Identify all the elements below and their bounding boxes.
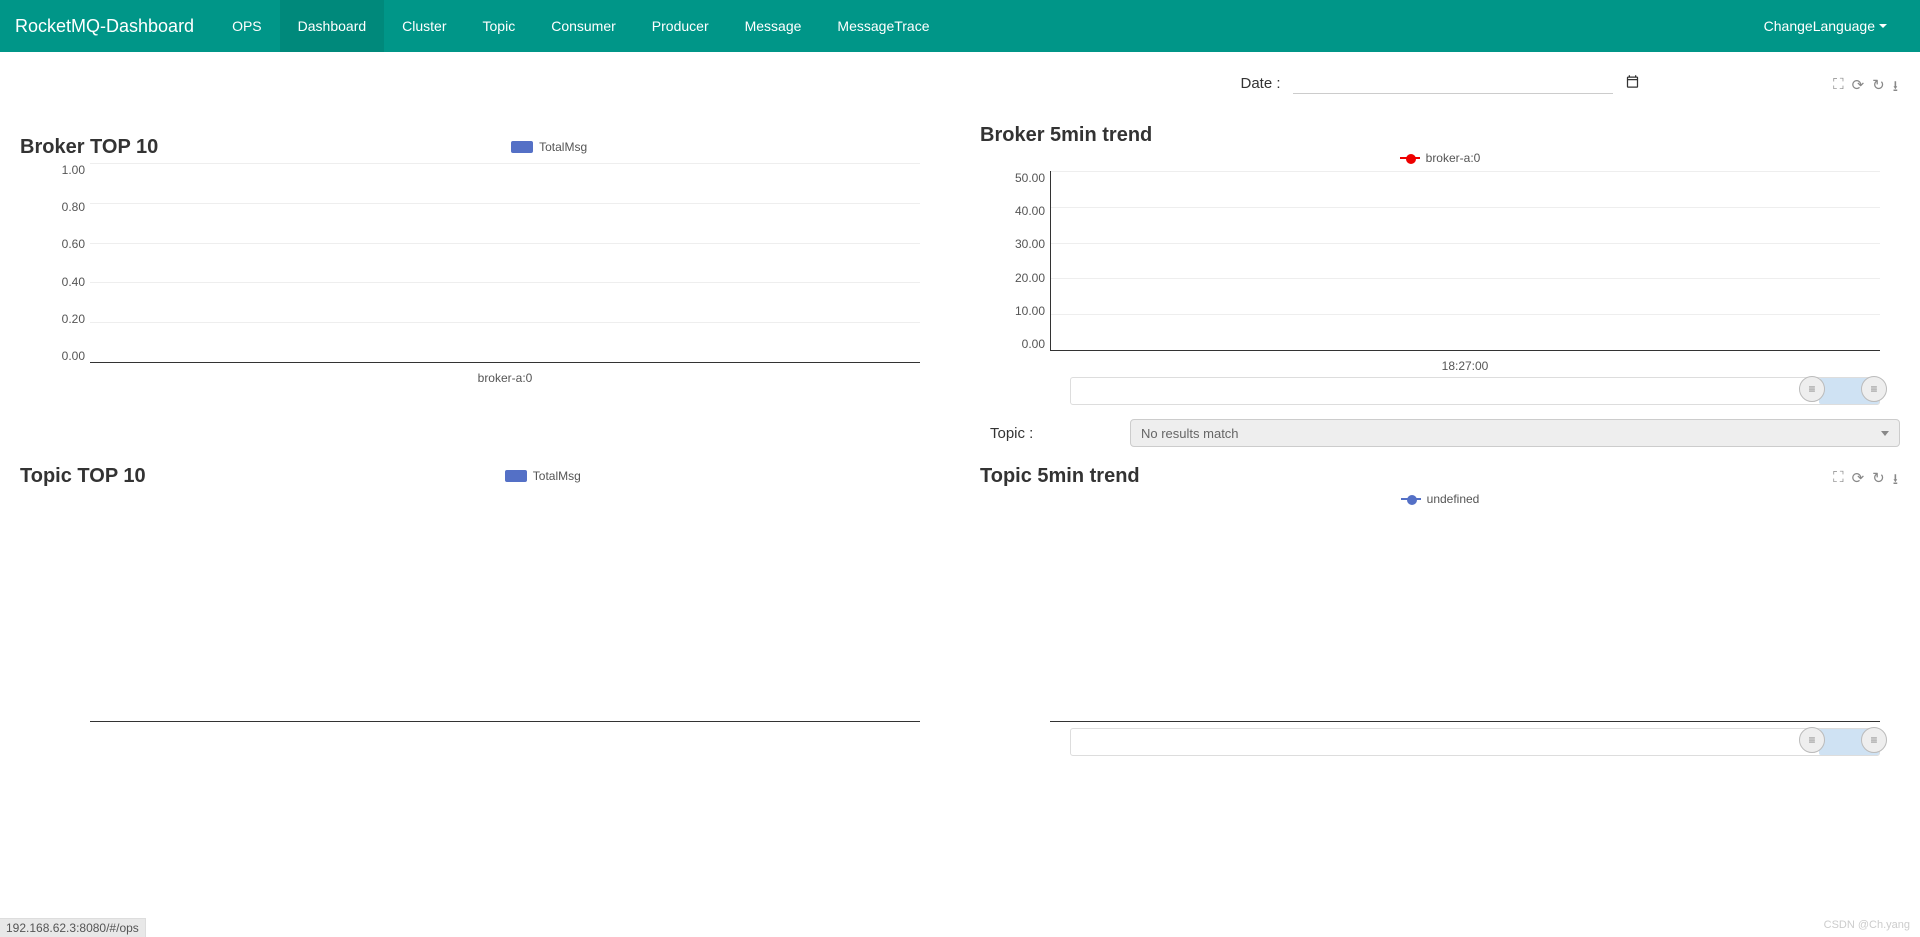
nav-cluster[interactable]: Cluster [384,0,464,52]
nav-messagetrace[interactable]: MessageTrace [819,0,947,52]
baseline [1050,721,1880,722]
nav-consumer[interactable]: Consumer [533,0,634,52]
chart-title-broker-top10: Broker TOP 10 [20,136,158,159]
legend-swatch-totalmsg [511,141,533,153]
panel-broker-5min: Date : Broker 5min trend ⛶ ⟳ ↻ ⭳ broker-… [960,72,1920,455]
slider-handle-left[interactable]: ≡ [1799,727,1825,753]
refresh-icon[interactable]: ↻ [1872,469,1885,494]
y-axis: 50.00 40.00 30.00 20.00 10.00 0.00 [1000,171,1045,351]
chart-title-broker-5min: Broker 5min trend [980,124,1900,147]
refresh-icon[interactable]: ↻ [1872,76,1885,101]
panel-broker-top10: Broker TOP 10 TotalMsg 1.00 0.80 0.60 0.… [0,72,960,455]
slider-handle-left[interactable]: ≡ [1799,376,1825,402]
nav-message[interactable]: Message [727,0,820,52]
topic-filter-row: Topic : No results match [980,419,1900,447]
date-input[interactable] [1293,72,1613,94]
nav-right: ChangeLanguage [1746,0,1905,52]
chart-topic-5min [1050,512,1880,722]
legend-line-topic [1401,498,1421,500]
chart-broker-top10: 1.00 0.80 0.60 0.40 0.20 0.00 broker-a:0 [90,163,920,383]
y-axis: 1.00 0.80 0.60 0.40 0.20 0.00 [40,163,85,363]
chart-title-topic-top10: Topic TOP 10 [20,465,146,488]
zoom-icon[interactable]: ⛶ [1833,469,1844,494]
nav-ops[interactable]: OPS [214,0,280,52]
date-row: Date : [980,72,1900,94]
legend-label-totalmsg: TotalMsg [539,140,587,154]
panel-topic-top10: Topic TOP 10 TotalMsg [0,465,960,756]
legend-label-topic: undefined [1427,492,1480,506]
topic-select[interactable]: No results match [1130,419,1900,447]
change-language-label: ChangeLanguage [1764,18,1875,34]
baseline [90,721,920,722]
brand[interactable]: RocketMQ-Dashboard [15,16,194,37]
x-axis-label: 18:27:00 [1050,359,1880,373]
date-label: Date : [1240,75,1280,92]
x-axis-label: broker-a:0 [90,371,920,385]
range-slider-2[interactable]: ≡ ≡ [1070,728,1880,756]
caret-down-icon [1879,24,1887,28]
legend-line-broker [1400,157,1420,159]
range-slider[interactable]: ≡ ≡ [1070,377,1880,405]
chart-topic-top10 [90,492,920,722]
legend-label-totalmsg2: TotalMsg [533,469,581,483]
zoom-icon[interactable]: ⛶ [1833,76,1844,101]
watermark: CSDN @Ch.yang [1824,919,1910,931]
legend-label-broker: broker-a:0 [1426,151,1481,165]
nav-dashboard[interactable]: Dashboard [280,0,385,52]
slider-handle-right[interactable]: ≡ [1861,727,1887,753]
chart-title-topic-5min: Topic 5min trend [980,465,1900,488]
chart-toolbar2: ⛶ ⟳ ↻ ⭳ [1833,469,1898,494]
restore-icon[interactable]: ⟳ [1852,76,1865,101]
download-icon[interactable]: ⭳ [1893,469,1898,494]
topic-label: Topic : [990,425,1110,442]
nav-producer[interactable]: Producer [634,0,727,52]
content: Broker TOP 10 TotalMsg 1.00 0.80 0.60 0.… [0,52,1920,756]
nav-items: OPS Dashboard Cluster Topic Consumer Pro… [214,0,947,52]
navbar: RocketMQ-Dashboard OPS Dashboard Cluster… [0,0,1920,52]
panel-topic-5min: Topic 5min trend ⛶ ⟳ ↻ ⭳ undefined ≡ ≡ [960,465,1920,756]
chart-broker-5min: 50.00 40.00 30.00 20.00 10.00 0.00 18:27… [1050,171,1880,371]
topic-select-value: No results match [1141,426,1239,441]
legend-swatch-totalmsg2 [505,470,527,482]
slider-handle-right[interactable]: ≡ [1861,376,1887,402]
calendar-icon[interactable] [1625,74,1640,93]
restore-icon[interactable]: ⟳ [1852,469,1865,494]
plot-area [90,163,920,363]
change-language-dropdown[interactable]: ChangeLanguage [1746,0,1905,52]
nav-topic[interactable]: Topic [465,0,534,52]
download-icon[interactable]: ⭳ [1893,76,1898,101]
chart-toolbar: ⛶ ⟳ ↻ ⭳ [1833,76,1898,101]
plot-area [1050,171,1880,351]
status-bar: 192.168.62.3:8080/#/ops [0,918,146,937]
